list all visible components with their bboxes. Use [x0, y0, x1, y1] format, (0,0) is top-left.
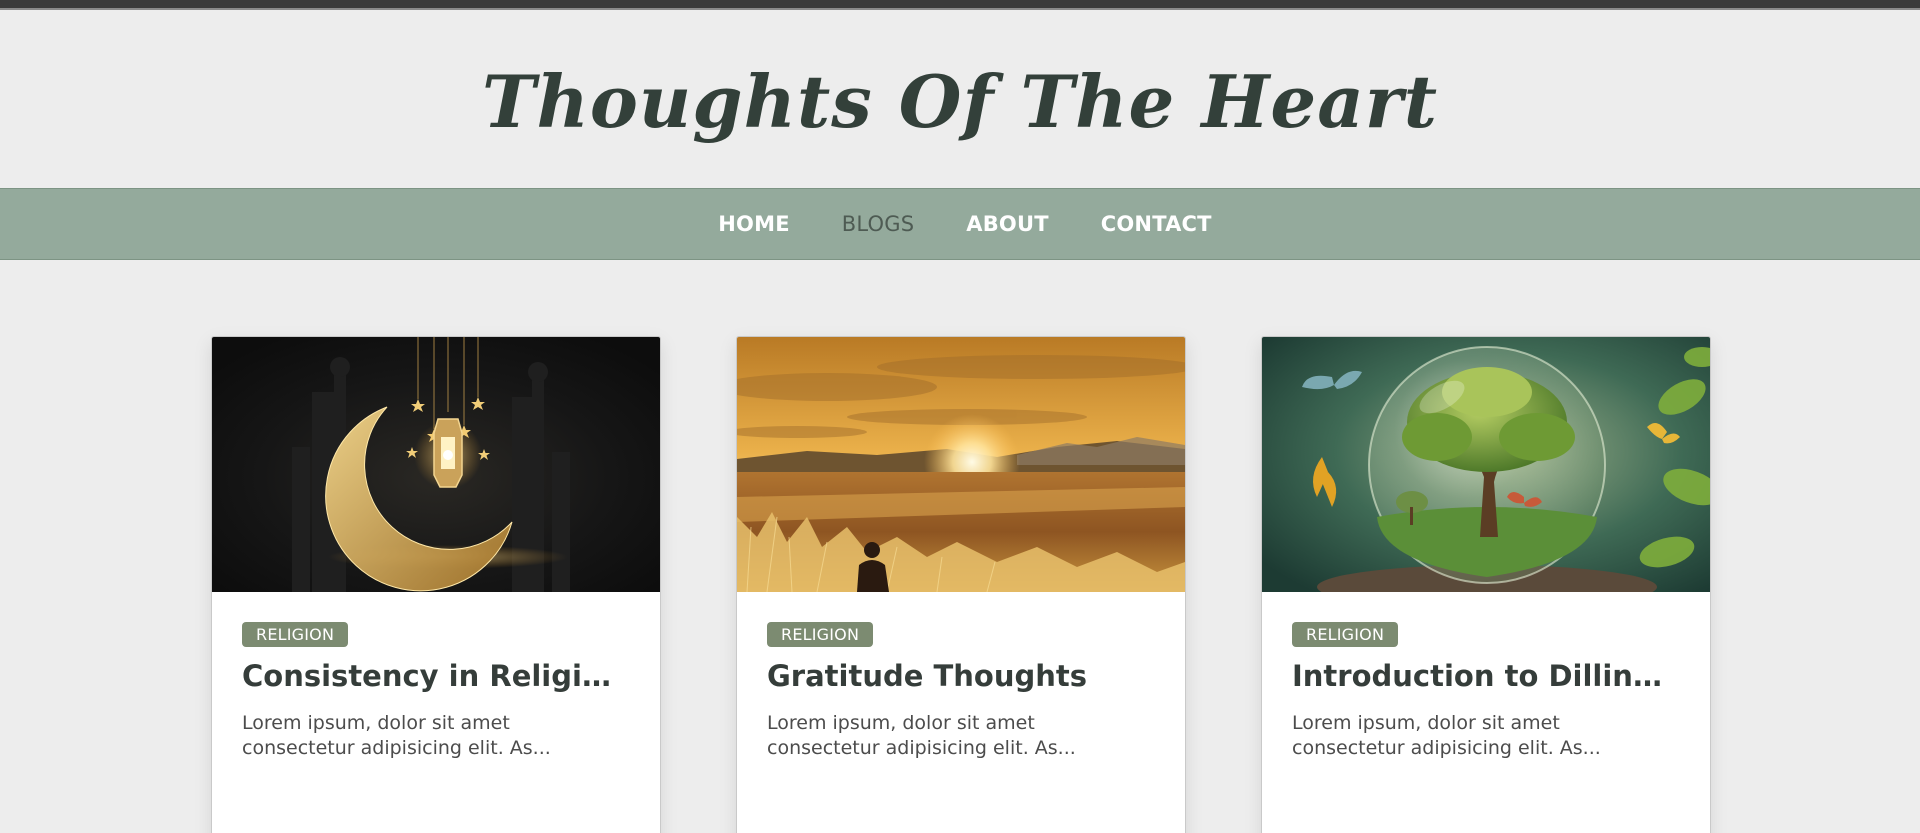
excerpt-line: consectetur adipisicing elit. As... [242, 737, 551, 759]
main-nav: HOME BLOGS ABOUT CONTACT [0, 188, 1920, 260]
post-title[interactable]: Gratitude Thoughts [767, 659, 1155, 693]
excerpt-line: Lorem ipsum, dolor sit amet [1292, 712, 1560, 734]
nav-item-contact[interactable]: CONTACT [1101, 212, 1212, 236]
excerpt-line: consectetur adipisicing elit. As... [767, 737, 1076, 759]
post-excerpt: Lorem ipsum, dolor sit amet consectetur … [242, 711, 630, 761]
site-header: Thoughts Of The Heart [0, 10, 1920, 188]
category-badge[interactable]: RELIGION [242, 622, 349, 647]
sunset-field-image[interactable] [737, 337, 1185, 592]
category-badge[interactable]: RELIGION [767, 622, 874, 647]
blog-card-grid: RELIGION Consistency in Religious Practi… [0, 260, 1920, 833]
post-excerpt: Lorem ipsum, dolor sit amet consectetur … [1292, 711, 1680, 761]
blog-card[interactable]: RELIGION Introduction to Dillinger Lorem… [1261, 336, 1711, 833]
nav-item-about[interactable]: ABOUT [966, 212, 1049, 236]
crescent-moon-lantern-image[interactable] [212, 337, 660, 592]
nav-item-home[interactable]: HOME [718, 212, 789, 236]
post-excerpt: Lorem ipsum, dolor sit amet consectetur … [767, 711, 1155, 761]
site-title[interactable]: Thoughts Of The Heart [482, 59, 1438, 144]
browser-top-bar [0, 0, 1920, 10]
category-badge[interactable]: RELIGION [1292, 622, 1399, 647]
excerpt-line: Lorem ipsum, dolor sit amet [242, 712, 510, 734]
blog-card[interactable]: RELIGION Gratitude Thoughts Lorem ipsum,… [736, 336, 1186, 833]
post-title[interactable]: Introduction to Dillinger [1292, 659, 1680, 693]
tree-in-glass-sphere-image[interactable] [1262, 337, 1710, 592]
excerpt-line: Lorem ipsum, dolor sit amet [767, 712, 1035, 734]
excerpt-line: consectetur adipisicing elit. As... [1292, 737, 1601, 759]
blog-card[interactable]: RELIGION Consistency in Religious Practi… [211, 336, 661, 833]
post-title[interactable]: Consistency in Religious Practice [242, 659, 630, 693]
nav-item-blogs[interactable]: BLOGS [842, 212, 915, 236]
